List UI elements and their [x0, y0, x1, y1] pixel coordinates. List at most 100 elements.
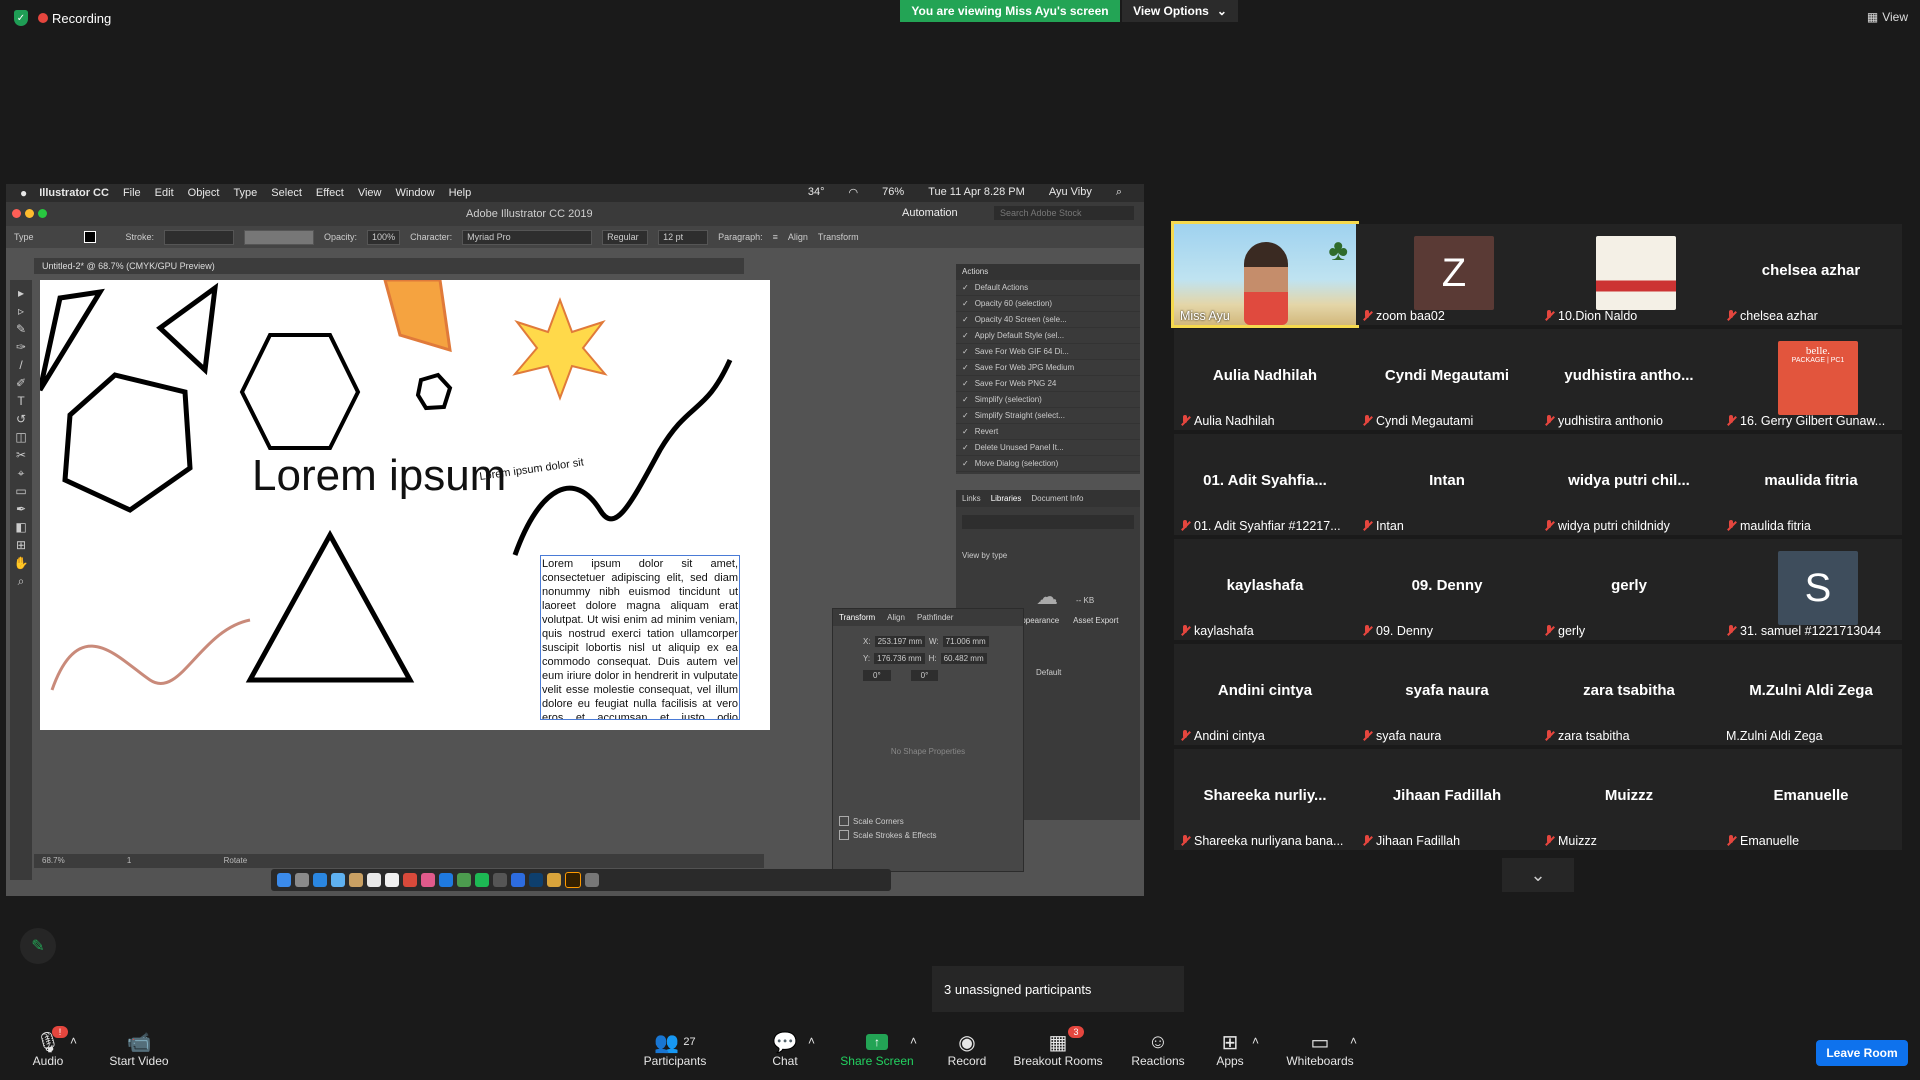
- zoom-app-icon[interactable]: [511, 873, 525, 887]
- participant-tile[interactable]: S 31. samuel #1221713044: [1720, 539, 1902, 640]
- participant-tile[interactable]: Shareeka nurliy... Shareeka nurliyana ban…: [1174, 749, 1356, 850]
- orange-shape[interactable]: [383, 280, 452, 353]
- action-item[interactable]: ✓ Delete Unused Panel It...: [956, 440, 1140, 456]
- participant-tile[interactable]: chelsea azhar chelsea azhar: [1720, 224, 1902, 325]
- unassigned-participants-toast[interactable]: 3 unassigned participants: [932, 966, 1184, 1012]
- calendar-icon[interactable]: [367, 873, 381, 887]
- launchpad-icon[interactable]: [295, 873, 309, 887]
- finder-icon[interactable]: [277, 873, 291, 887]
- apps-button[interactable]: ⊞ Apps: [1210, 1030, 1250, 1069]
- action-item[interactable]: ✓ Apply Default Style (sel...: [956, 328, 1140, 344]
- participant-tile[interactable]: Andini cintya Andini cintya: [1174, 644, 1356, 745]
- font-style-field[interactable]: Regular: [602, 229, 649, 245]
- wavy-path[interactable]: [512, 358, 733, 556]
- action-item[interactable]: ✓ Simplify Straight (select...: [956, 408, 1140, 424]
- action-item[interactable]: ✓ Default Actions: [956, 280, 1140, 296]
- participant-tile[interactable]: 10.Dion Naldo: [1538, 224, 1720, 325]
- participant-tile[interactable]: Intan Intan: [1356, 434, 1538, 535]
- gallery-next-button[interactable]: ⌄: [1502, 858, 1574, 892]
- stroke-field[interactable]: [164, 229, 235, 245]
- hexagon-shape-2[interactable]: [62, 372, 193, 513]
- chat-button[interactable]: 💬 Chat: [765, 1030, 805, 1069]
- triangle-shape-3[interactable]: [245, 529, 415, 683]
- tab-asset-export[interactable]: Asset Export: [1073, 616, 1118, 625]
- messages-icon[interactable]: [457, 873, 471, 887]
- hexagon-shape-1[interactable]: [239, 333, 361, 450]
- tab-links[interactable]: Links: [962, 494, 981, 503]
- participant-tile[interactable]: kaylashafa kaylashafa: [1174, 539, 1356, 640]
- triangle-shape-2[interactable]: [156, 282, 219, 376]
- shared-screen[interactable]: ● Illustrator CC File Edit Object Type S…: [6, 184, 1144, 896]
- photoshop-icon[interactable]: [529, 873, 543, 887]
- record-button[interactable]: ◉ Record: [945, 1030, 989, 1069]
- view-by-type[interactable]: View by type: [956, 537, 1140, 574]
- area-text-box[interactable]: Lorem ipsum dolor sit amet, consectetuer…: [540, 555, 740, 720]
- participant-tile[interactable]: Jihaan Fadillah Jihaan Fadillah: [1356, 749, 1538, 850]
- tools-panel[interactable]: ▸ ▹ ✎ ✑ / ✐ T ↺ ◫ ✂ ⌖ ▭ ✒ ◧ ⊞ ✋ ⌕: [10, 280, 32, 880]
- trash-icon[interactable]: [585, 873, 599, 887]
- tab-align[interactable]: Align: [887, 613, 905, 622]
- checkbox-icon[interactable]: [839, 816, 849, 826]
- participant-tile[interactable]: maulida fitria maulida fitria: [1720, 434, 1902, 535]
- illustrator-icon[interactable]: [565, 872, 581, 888]
- tab-pathfinder[interactable]: Pathfinder: [917, 613, 953, 622]
- close-window-icon[interactable]: [12, 209, 21, 218]
- paragraph-label[interactable]: Paragraph:: [718, 232, 763, 242]
- action-item[interactable]: ✓ Opacity 40 Screen (sele...: [956, 312, 1140, 328]
- triangle-shape-1[interactable]: [40, 288, 105, 392]
- tab-transform[interactable]: Transform: [839, 613, 875, 622]
- star-shape[interactable]: [512, 297, 608, 401]
- variable-width-field[interactable]: [244, 229, 315, 245]
- whiteboards-button[interactable]: ▭ Whiteboards: [1282, 1030, 1358, 1069]
- audio-button[interactable]: 🎙! Audio: [28, 1026, 68, 1068]
- participant-tile[interactable]: widya putri chil... widya putri childnidy: [1538, 434, 1720, 535]
- audio-options-caret[interactable]: ˄: [70, 1034, 77, 1048]
- scale-strokes-row[interactable]: Scale Strokes & Effects: [839, 830, 1023, 840]
- notes-icon[interactable]: [349, 873, 363, 887]
- music-icon[interactable]: [421, 873, 435, 887]
- photos-icon[interactable]: [403, 873, 417, 887]
- tab-document-info[interactable]: Document Info: [1031, 494, 1083, 503]
- participant-tile[interactable]: ♣ Miss Ayu: [1171, 221, 1359, 328]
- participant-tile[interactable]: Emanuelle Emanuelle: [1720, 749, 1902, 850]
- participant-tile[interactable]: yudhistira antho... yudhistira anthonio: [1538, 329, 1720, 430]
- participant-tile[interactable]: gerly gerly: [1538, 539, 1720, 640]
- safari-icon[interactable]: [313, 873, 327, 887]
- opacity-field[interactable]: 100%: [367, 229, 401, 245]
- small-hexagon-shape[interactable]: [415, 372, 453, 411]
- view-button[interactable]: ▦ View: [1867, 10, 1908, 24]
- minimize-window-icon[interactable]: [25, 209, 34, 218]
- participant-tile[interactable]: belle. PACKAGE | PC1 16. Gerry Gilbert Gun…: [1720, 329, 1902, 430]
- view-options-button[interactable]: View Options ⌄: [1122, 0, 1238, 22]
- action-item[interactable]: ✓ Move Dialog (selection): [956, 456, 1140, 472]
- y-field[interactable]: 176.736 mm: [874, 653, 925, 664]
- action-item[interactable]: ✓ Revert: [956, 424, 1140, 440]
- participant-tile[interactable]: Muizzz Muizzz: [1538, 749, 1720, 850]
- actions-panel[interactable]: Actions ✓ Default Actions ✓ Opacity 60 (se…: [956, 264, 1140, 474]
- zoom-window-icon[interactable]: [38, 209, 47, 218]
- participants-button[interactable]: 👥 27 Participants: [640, 1030, 710, 1069]
- w-field[interactable]: 71.006 mm: [942, 636, 989, 647]
- library-search-input[interactable]: [962, 515, 1134, 529]
- participant-tile[interactable]: 01. Adit Syahfia... 01. Adit Syahfiar #12…: [1174, 434, 1356, 535]
- lorem-heading[interactable]: Lorem ipsum: [252, 451, 506, 500]
- transform-label[interactable]: Transform: [818, 232, 859, 242]
- participant-tile[interactable]: Aulia Nadhilah Aulia Nadhilah: [1174, 329, 1356, 430]
- mail-icon[interactable]: [331, 873, 345, 887]
- leave-room-button[interactable]: Leave Room: [1816, 1040, 1908, 1066]
- font-family-field[interactable]: Myriad Pro: [462, 229, 593, 245]
- scale-corners-row[interactable]: Scale Corners: [839, 816, 1023, 826]
- pencil-path[interactable]: [50, 618, 251, 691]
- transform-panel[interactable]: Transform Align Pathfinder X: 253.197 mm…: [832, 608, 1024, 872]
- chrome-icon[interactable]: [547, 873, 561, 887]
- annotate-button[interactable]: ✎: [20, 928, 56, 964]
- reactions-button[interactable]: ☺ Reactions: [1128, 1030, 1188, 1069]
- participant-tile[interactable]: zara tsabitha zara tsabitha: [1538, 644, 1720, 745]
- start-video-button[interactable]: 📹 Start Video: [104, 1030, 174, 1069]
- reminders-icon[interactable]: [385, 873, 399, 887]
- apps-options-caret[interactable]: ˄: [1252, 1034, 1259, 1048]
- fill-swatch[interactable]: [83, 231, 96, 243]
- h-field[interactable]: 60.482 mm: [940, 653, 987, 664]
- participant-tile[interactable]: syafa naura syafa naura: [1356, 644, 1538, 745]
- action-item[interactable]: ✓ Save For Web PNG 24: [956, 376, 1140, 392]
